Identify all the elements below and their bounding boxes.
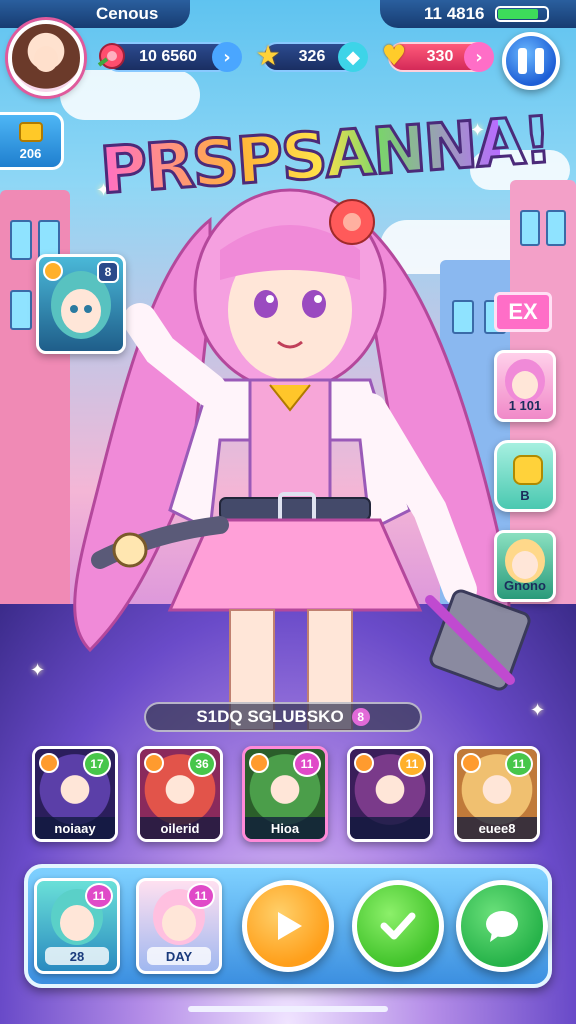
- roster-name: euee8: [457, 817, 537, 839]
- roster-name: Hioa: [245, 817, 325, 839]
- battery-icon: [494, 6, 549, 22]
- level-badge: 17: [83, 751, 111, 777]
- avatar-face: [34, 46, 58, 72]
- element-icon: [249, 753, 269, 773]
- dock-card-1-label: 28: [45, 947, 109, 965]
- roster-card[interactable]: 36 oilerid: [137, 746, 223, 842]
- gem-icon[interactable]: ◆: [338, 42, 368, 72]
- rose-icon: [92, 36, 132, 76]
- element-icon: [43, 261, 63, 281]
- battery-fill: [497, 9, 539, 19]
- character-portrait: [505, 359, 545, 403]
- roster-name: [350, 817, 430, 839]
- cloud: [60, 70, 200, 120]
- star-icon: ★: [255, 39, 281, 72]
- mail-button[interactable]: 206: [0, 112, 64, 170]
- element-icon: [144, 753, 164, 773]
- play-button[interactable]: [242, 880, 334, 972]
- squad-label: S1DQ SGLUBSKO: [196, 707, 344, 726]
- currency-3-add-button[interactable]: ›: [464, 42, 494, 72]
- roster-card[interactable]: 11 Hioa: [242, 746, 328, 842]
- currency-3-value: 330: [426, 48, 454, 65]
- bag-icon: [513, 455, 543, 485]
- dock-character-card-2[interactable]: 11 DAY: [136, 878, 222, 974]
- roster-name: noiaay: [35, 817, 115, 839]
- ex-sign: EX: [494, 292, 552, 332]
- status-bar: Cenous 11 4816: [0, 0, 576, 28]
- level-badge: 11: [187, 883, 215, 909]
- right-card-1[interactable]: 1 101: [494, 350, 556, 422]
- squad-badge: 8: [351, 708, 370, 726]
- right-card-3[interactable]: Gnono: [494, 530, 556, 602]
- right-card-2-label: B: [520, 488, 530, 503]
- character-portrait: [505, 539, 545, 583]
- mail-count: 206: [19, 145, 42, 161]
- pause-button[interactable]: [502, 32, 560, 90]
- element-icon: [354, 753, 374, 773]
- left-character-card[interactable]: 8: [36, 254, 126, 354]
- right-card-3-label: Gnono: [504, 578, 546, 593]
- roster-name: oilerid: [140, 817, 220, 839]
- dock-character-card-1[interactable]: 11 28: [34, 878, 120, 974]
- element-icon: [39, 753, 59, 773]
- currency-2-value: 326: [298, 48, 326, 65]
- card-badge: 8: [97, 261, 119, 283]
- pause-icon: [535, 48, 544, 74]
- squad-banner[interactable]: S1DQ SGLUBSKO 8: [144, 702, 422, 732]
- checkmark-icon: [380, 912, 416, 940]
- clock-label: 11 4816: [424, 4, 485, 23]
- level-badge: 11: [293, 751, 321, 777]
- right-card-1-label: 1 101: [508, 398, 542, 413]
- roster-card[interactable]: 17 noiaay: [32, 746, 118, 842]
- status-right: 11 4816: [380, 0, 576, 28]
- player-avatar[interactable]: [8, 20, 84, 96]
- roster-card[interactable]: 11 euee8: [454, 746, 540, 842]
- chat-icon: [486, 911, 518, 942]
- home-indicator[interactable]: [188, 1006, 388, 1012]
- mail-icon: [18, 121, 43, 142]
- level-badge: 11: [398, 751, 426, 777]
- chat-button[interactable]: [456, 880, 548, 972]
- dock-card-2-label: DAY: [147, 947, 211, 965]
- level-badge: 36: [188, 751, 216, 777]
- right-card-2[interactable]: B: [494, 440, 556, 512]
- currency-1-value: 10 6560: [139, 48, 197, 65]
- confirm-button[interactable]: [352, 880, 444, 972]
- currency-1-add-button[interactable]: ›: [212, 42, 242, 72]
- heart-icon: ♥: [381, 39, 407, 72]
- level-badge: 11: [85, 883, 113, 909]
- level-badge: 11: [505, 751, 533, 777]
- element-icon: [461, 753, 481, 773]
- play-icon: [278, 912, 302, 940]
- roster-card[interactable]: 11: [347, 746, 433, 842]
- pause-icon: [518, 48, 527, 74]
